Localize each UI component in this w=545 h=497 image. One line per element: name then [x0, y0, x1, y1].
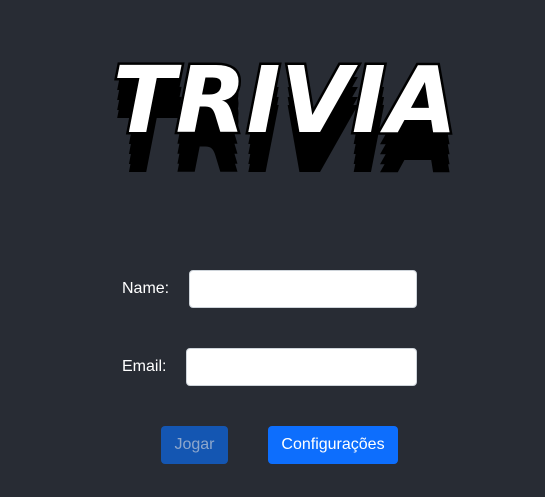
name-input[interactable] [189, 270, 417, 308]
trivia-logo: TRIVIA TRIVIA TRIVIA TRIVIA TRIVIA [90, 44, 480, 185]
settings-button[interactable]: Configurações [268, 426, 398, 464]
play-button[interactable]: Jogar [161, 426, 228, 464]
trivia-logo-graphic: TRIVIA TRIVIA TRIVIA TRIVIA TRIVIA [110, 45, 459, 185]
email-input[interactable] [186, 348, 417, 386]
email-label: Email: [122, 358, 167, 375]
name-label: Name: [122, 280, 170, 297]
logo-title: TRIVIA [113, 47, 457, 154]
